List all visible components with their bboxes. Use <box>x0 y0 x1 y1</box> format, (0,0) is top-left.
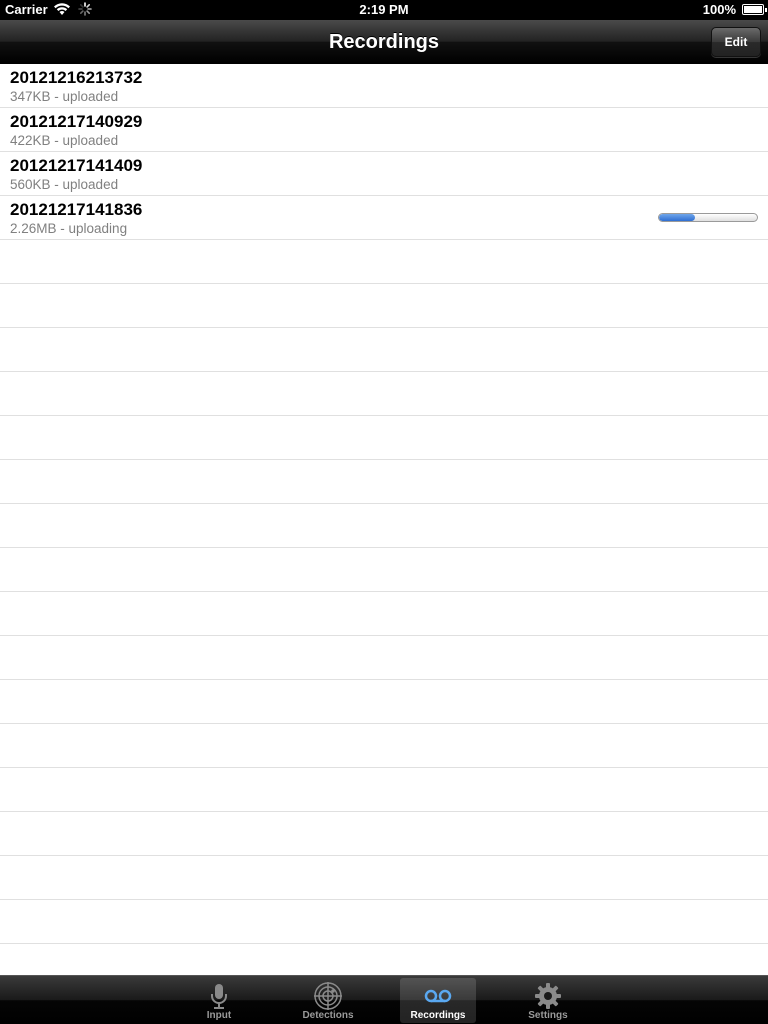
empty-row <box>0 636 768 680</box>
edit-button[interactable]: Edit <box>711 27 761 57</box>
recording-detail: 560KB - uploaded <box>10 177 119 192</box>
tab-label: Detections <box>302 1010 354 1021</box>
voicemail-icon <box>423 981 453 1011</box>
empty-row <box>0 504 768 548</box>
tab-recordings[interactable]: Recordings <box>400 978 476 1023</box>
recording-row[interactable]: 20121217141836 2.26MB - uploading <box>0 196 768 240</box>
empty-row <box>0 724 768 768</box>
clock: 2:19 PM <box>359 2 409 17</box>
radar-icon <box>313 981 343 1011</box>
status-bar: Carrier 2:19 PM 100% <box>0 0 768 20</box>
upload-progress-bar <box>658 213 758 222</box>
empty-row <box>0 416 768 460</box>
recording-row[interactable]: 20121216213732 347KB - uploaded <box>0 64 768 108</box>
empty-row <box>0 460 768 504</box>
microphone-icon <box>204 981 234 1011</box>
empty-row <box>0 680 768 724</box>
tab-label: Recordings <box>410 1010 466 1021</box>
empty-row <box>0 944 768 975</box>
recording-row[interactable]: 20121217140929 422KB - uploaded <box>0 108 768 152</box>
empty-row <box>0 548 768 592</box>
recording-detail: 347KB - uploaded <box>10 89 119 104</box>
page-title: Recordings <box>328 31 440 53</box>
empty-row <box>0 768 768 812</box>
tab-detections[interactable]: Detections <box>290 978 366 1023</box>
tab-label: Settings <box>528 1010 568 1021</box>
empty-row <box>0 812 768 856</box>
empty-row <box>0 592 768 636</box>
recording-name: 20121216213732 <box>10 68 143 87</box>
recording-name: 20121217141836 <box>10 200 143 219</box>
empty-row <box>0 900 768 944</box>
tab-input[interactable]: Input <box>181 978 257 1023</box>
empty-row <box>0 856 768 900</box>
tab-label: Input <box>206 1010 232 1021</box>
empty-row <box>0 372 768 416</box>
empty-row <box>0 284 768 328</box>
recording-name: 20121217140929 <box>10 112 143 131</box>
recordings-list[interactable]: 20121216213732 347KB - uploaded 20121217… <box>0 64 768 975</box>
empty-row <box>0 240 768 284</box>
recording-detail: 422KB - uploaded <box>10 133 119 148</box>
tab-settings[interactable]: Settings <box>510 978 586 1023</box>
tab-bar: Input Detections Recordings Settings <box>0 975 768 1024</box>
recording-name: 20121217141409 <box>10 156 143 175</box>
recording-detail: 2.26MB - uploading <box>10 221 128 236</box>
upload-progress-fill <box>659 214 696 221</box>
empty-row <box>0 328 768 372</box>
gear-icon <box>533 981 563 1011</box>
recording-row[interactable]: 20121217141409 560KB - uploaded <box>0 152 768 196</box>
battery-percentage: 100% <box>702 2 736 17</box>
battery-icon <box>742 4 767 15</box>
navigation-bar: Recordings Edit <box>0 20 768 64</box>
